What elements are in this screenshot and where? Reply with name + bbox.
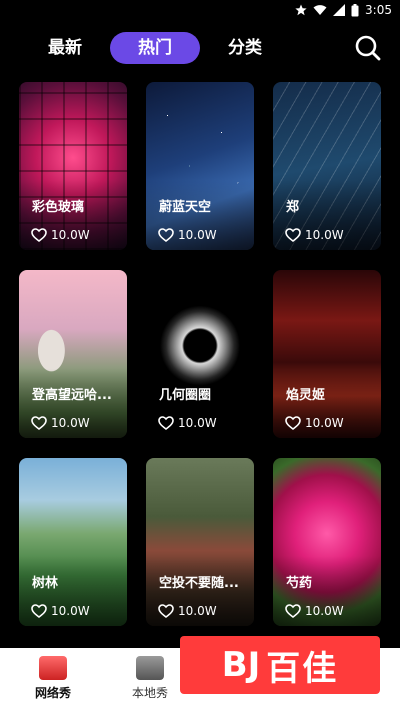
card-likes[interactable]: 10.0W (31, 604, 90, 618)
heart-icon (158, 416, 174, 430)
watermark-logo: BJ 百佳 (180, 636, 380, 694)
card-likes[interactable]: 10.0W (31, 228, 90, 242)
star-icon (295, 4, 307, 16)
wifi-icon (313, 5, 327, 15)
wallpaper-card[interactable]: 郑 10.0W (273, 82, 381, 250)
card-likes[interactable]: 10.0W (158, 416, 217, 430)
card-title: 几何圈圈 (159, 388, 212, 403)
card-title: 芍药 (286, 576, 313, 591)
battery-icon (351, 3, 359, 16)
card-likes[interactable]: 10.0W (31, 416, 90, 430)
card-likes[interactable]: 10.0W (285, 228, 344, 242)
heart-icon (158, 228, 174, 242)
card-title: 空投不要随... (159, 576, 239, 591)
status-time: 3:05 (365, 3, 392, 17)
wallpaper-card[interactable]: 蔚蓝天空 10.0W (146, 82, 254, 250)
heart-icon (31, 604, 47, 618)
wallpaper-card[interactable]: 彩色玻璃 10.0W (19, 82, 127, 250)
top-nav: 最新 热门 分类 (0, 28, 400, 70)
heart-icon (285, 416, 301, 430)
signal-icon (333, 4, 346, 16)
watermark-text: 百佳 (266, 648, 339, 689)
watermark-logo-mark: BJ (221, 645, 261, 685)
card-likes[interactable]: 10.0W (285, 604, 344, 618)
nav-item-net[interactable]: 网络秀 (18, 656, 88, 701)
likes-count: 10.0W (178, 604, 217, 618)
camera-icon (136, 656, 164, 680)
nav-label-local: 本地秀 (131, 686, 168, 700)
card-title: 郑 (286, 200, 300, 215)
card-title: 树林 (32, 576, 59, 591)
card-likes[interactable]: 10.0W (158, 604, 217, 618)
wallpaper-card[interactable]: 芍药 10.0W (273, 458, 381, 626)
likes-count: 10.0W (51, 604, 90, 618)
card-title: 焰灵姬 (286, 388, 326, 403)
wallpaper-card[interactable]: 树林 10.0W (19, 458, 127, 626)
search-icon[interactable] (354, 34, 382, 62)
likes-count: 10.0W (51, 228, 90, 242)
tab-category[interactable]: 分类 (220, 32, 270, 64)
nav-label-net: 网络秀 (34, 686, 71, 700)
monitor-icon (39, 656, 67, 680)
wallpaper-card[interactable]: 几何圈圈 10.0W (146, 270, 254, 438)
heart-icon (285, 604, 301, 618)
card-likes[interactable]: 10.0W (285, 416, 344, 430)
status-bar: 3:05 (0, 0, 400, 24)
likes-count: 10.0W (305, 228, 344, 242)
heart-icon (158, 604, 174, 618)
card-title: 登高望远哈... (32, 388, 112, 403)
likes-count: 10.0W (51, 416, 90, 430)
nav-item-local[interactable]: 本地秀 (115, 656, 185, 701)
tab-hot[interactable]: 热门 (110, 32, 200, 64)
heart-icon (285, 228, 301, 242)
card-title: 蔚蓝天空 (159, 200, 212, 215)
tab-latest[interactable]: 最新 (40, 32, 90, 64)
heart-icon (31, 228, 47, 242)
likes-count: 10.0W (305, 604, 344, 618)
heart-icon (31, 416, 47, 430)
wallpaper-card[interactable]: 空投不要随... 10.0W (146, 458, 254, 626)
wallpaper-card[interactable]: 焰灵姬 10.0W (273, 270, 381, 438)
likes-count: 10.0W (178, 228, 217, 242)
wallpaper-card[interactable]: 登高望远哈... 10.0W (19, 270, 127, 438)
likes-count: 10.0W (305, 416, 344, 430)
card-likes[interactable]: 10.0W (158, 228, 217, 242)
status-icons: 3:05 (295, 3, 392, 17)
likes-count: 10.0W (178, 416, 217, 430)
card-title: 彩色玻璃 (32, 200, 85, 215)
